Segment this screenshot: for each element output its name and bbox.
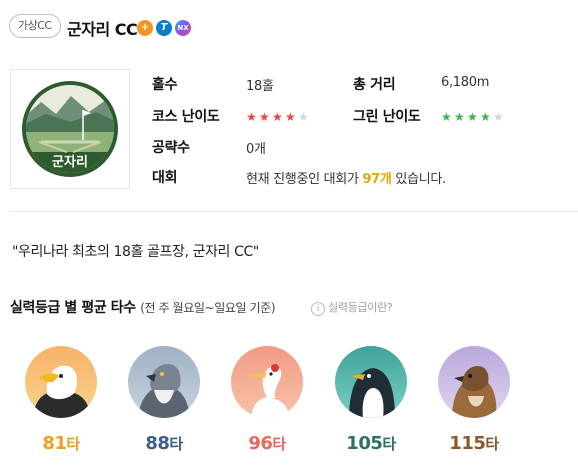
star-icon: ★ xyxy=(246,110,257,124)
divider xyxy=(10,211,578,212)
grade-subtitle: (전 주 월요일~일요일 기준) xyxy=(140,301,276,315)
grade-help-link[interactable]: i 실력등급이란? xyxy=(311,299,393,316)
tournament-label: 대회 xyxy=(152,170,178,186)
grade-score-2: 88타 xyxy=(145,433,183,454)
sparrow-icon xyxy=(438,346,510,418)
crane-icon xyxy=(231,346,303,418)
course-title: 군자리 CC xyxy=(67,20,138,39)
course-difficulty-label: 코스 난이도 xyxy=(152,109,220,125)
grade-help-text: 실력등급이란? xyxy=(328,301,393,314)
holes-label: 홀수 xyxy=(152,77,178,93)
tournament-text: 현재 진행중인 대회가 97개 있습니다. xyxy=(246,168,446,187)
star-icon: ★ xyxy=(259,110,270,124)
tournament-count[interactable]: 97개 xyxy=(362,172,391,187)
tournament-prefix: 현재 진행중인 대회가 xyxy=(246,172,363,187)
star-icon: ★ xyxy=(493,110,504,124)
star-icon: ★ xyxy=(480,110,491,124)
grade-score-3: 96타 xyxy=(248,433,286,454)
grade-score-4: 105타 xyxy=(346,433,396,454)
logo-text: 군자리 xyxy=(52,154,88,170)
penguin-icon xyxy=(335,346,407,418)
star-icon: ★ xyxy=(272,110,283,124)
tournament-suffix: 있습니다. xyxy=(391,172,446,187)
grade-score-5: 115타 xyxy=(449,433,499,454)
distance-value: 6,180m xyxy=(441,75,490,90)
hawk-icon xyxy=(128,346,200,418)
star-icon: ★ xyxy=(285,110,296,124)
eagle-icon xyxy=(25,346,97,418)
holes-value: 18홀 xyxy=(246,79,274,94)
plus-platform-icon: + xyxy=(137,20,153,36)
course-quote: "우리나라 최초의 18홀 골프장, 군자리 CC" xyxy=(12,244,259,260)
course-difficulty-stars: ★ ★ ★ ★ ★ xyxy=(246,106,311,125)
course-logo: 군자리 xyxy=(10,69,130,189)
green-difficulty-stars: ★ ★ ★ ★ ★ xyxy=(441,106,506,125)
distance-label: 총 거리 xyxy=(353,77,396,93)
nx-platform-icon: NX xyxy=(175,20,191,36)
star-icon: ★ xyxy=(454,110,465,124)
star-icon: ★ xyxy=(441,110,452,124)
green-difficulty-label: 그린 난이도 xyxy=(353,109,421,125)
virtual-cc-tag: 가상CC xyxy=(9,14,61,38)
info-icon: i xyxy=(311,302,325,316)
grade-score-1: 81타 xyxy=(42,433,80,454)
t-platform-icon: T xyxy=(156,20,172,36)
grade-section-title: 실력등급 별 평균 타수 (전 주 월요일~일요일 기준) xyxy=(10,297,276,317)
star-icon: ★ xyxy=(467,110,478,124)
tips-value: 0개 xyxy=(246,142,266,157)
star-icon: ★ xyxy=(298,110,309,124)
tips-label: 공략수 xyxy=(152,140,190,156)
grade-title-text: 실력등급 별 평균 타수 xyxy=(10,300,136,316)
